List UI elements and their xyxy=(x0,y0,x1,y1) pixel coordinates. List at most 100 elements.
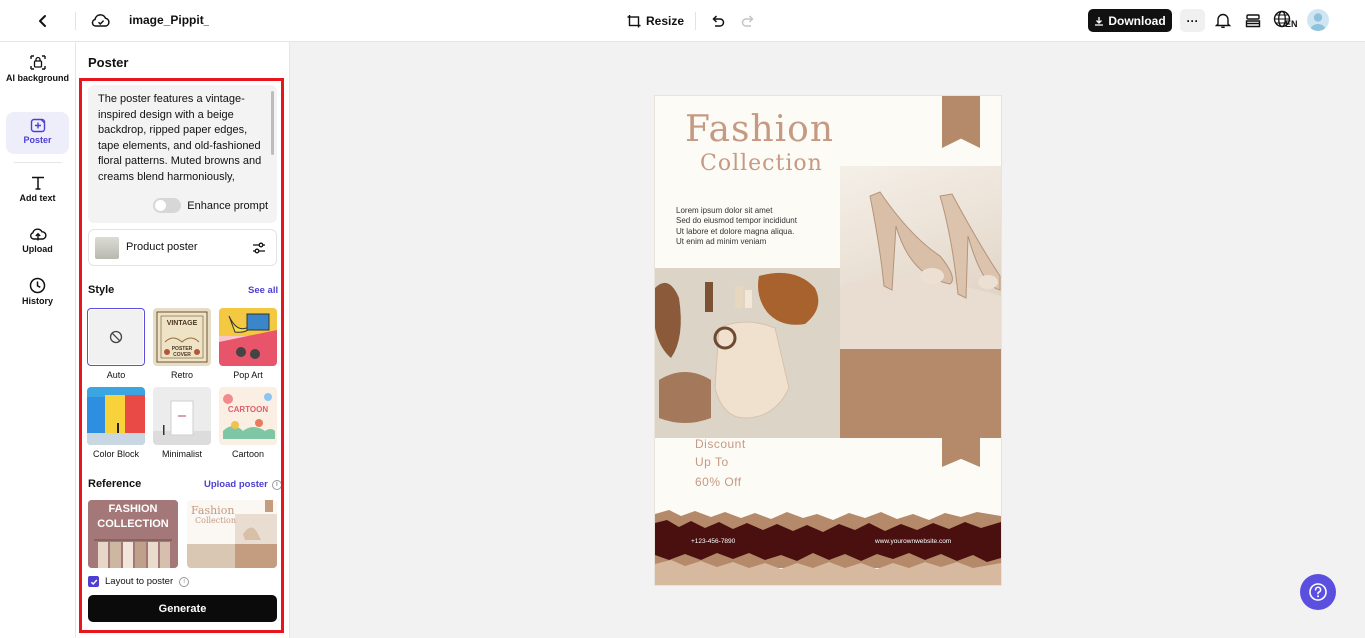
clothes-flatlay-image xyxy=(655,268,840,438)
rail-item-add-text[interactable]: Add text xyxy=(6,175,69,211)
help-icon xyxy=(1309,583,1327,601)
upload-icon xyxy=(29,228,47,241)
style-thumb xyxy=(219,308,277,366)
style-label: Pop Art xyxy=(233,370,263,380)
checkbox[interactable] xyxy=(88,576,99,587)
info-icon[interactable]: i xyxy=(271,479,282,490)
style-label: Color Block xyxy=(92,449,139,459)
reference-thumb-1[interactable]: FASHION COLLECTION xyxy=(88,500,178,568)
style-thumb xyxy=(87,308,145,366)
user-avatar-icon xyxy=(1310,13,1326,31)
avatar[interactable] xyxy=(1307,9,1329,31)
rail-label: Add text xyxy=(19,193,56,203)
poster-panel: Poster The poster features a vintage-ins… xyxy=(76,42,290,638)
prompt-text[interactable]: The poster features a vintage-inspired d… xyxy=(98,92,264,186)
resize-icon xyxy=(627,15,641,28)
style-label: Cartoon xyxy=(231,449,265,459)
style-label: Auto xyxy=(106,370,126,380)
style-label: Retro xyxy=(170,370,193,380)
rail-item-upload[interactable]: Upload xyxy=(6,226,69,262)
rail-item-history[interactable]: History xyxy=(6,277,69,313)
retro-thumb-text: VINTAGE xyxy=(166,320,198,327)
style-thumb: CARTOON xyxy=(219,387,277,445)
file-title[interactable]: image_Pippit_20 xyxy=(129,13,209,27)
check-icon xyxy=(90,579,97,585)
more-options-button[interactable]: ··· xyxy=(1180,9,1205,32)
reference-section-title: Reference xyxy=(88,478,142,490)
color-block-thumb-image xyxy=(87,387,145,445)
rail-label: Upload xyxy=(22,244,53,254)
style-auto[interactable]: Auto xyxy=(87,308,145,380)
generate-button[interactable]: Generate xyxy=(88,595,277,622)
info-icon[interactable]: i xyxy=(179,576,190,587)
style-thumb xyxy=(87,387,145,445)
sliders-icon[interactable] xyxy=(251,240,267,256)
download-label: Download xyxy=(1108,13,1166,28)
enhance-prompt-label: Enhance prompt xyxy=(187,199,268,212)
language-code: EN xyxy=(1285,19,1298,29)
poster-website: www.yourownwebsite.com xyxy=(875,538,952,545)
poster-type-selector[interactable]: Product poster xyxy=(88,229,277,266)
cartoon-thumb-image xyxy=(223,393,275,439)
resize-button[interactable]: Resize xyxy=(627,11,684,31)
style-minimalist[interactable]: Minimalist xyxy=(153,387,211,459)
prompt-scrollbar[interactable] xyxy=(271,91,274,155)
poster-ribbon-mid xyxy=(942,430,980,467)
rail-item-poster[interactable]: Poster xyxy=(6,112,69,154)
ai-background-icon xyxy=(29,55,46,70)
style-color-block[interactable]: Color Block xyxy=(87,387,145,459)
poster-type-label: Product poster xyxy=(126,241,198,253)
language-button[interactable]: EN xyxy=(1273,9,1299,31)
reference-thumb-title: COLLECTION xyxy=(97,518,169,530)
tray-icon xyxy=(1245,13,1261,27)
poster-brown-block xyxy=(840,349,1001,438)
poster-ribbon-top xyxy=(942,96,980,148)
enhance-prompt-toggle-row: Enhance prompt xyxy=(153,198,268,213)
poster-torn-paper-footer xyxy=(655,510,1001,585)
undo-button[interactable] xyxy=(708,10,728,30)
panel-title: Poster xyxy=(88,55,129,70)
see-all-link[interactable]: See all xyxy=(248,285,278,296)
enhance-prompt-toggle[interactable] xyxy=(153,198,182,213)
more-icon: ··· xyxy=(1186,13,1199,28)
poster-body-line: Ut labore et dolore magna aliqua. xyxy=(676,226,795,236)
poster-body-line: Ut enim ad minim veniam xyxy=(676,236,767,246)
inbox-button[interactable] xyxy=(1243,10,1263,30)
poster-body-text: Lorem ipsum dolor sit amet Sed do eiusmo… xyxy=(676,206,826,247)
poster-discount-text: Discount xyxy=(695,437,746,451)
poster-body-line: Lorem ipsum dolor sit amet xyxy=(676,206,773,215)
rail-item-ai-background[interactable]: AI background xyxy=(6,54,69,100)
poster-discount-text: 60% Off xyxy=(695,475,742,489)
poster-clothes-photo xyxy=(655,268,840,438)
reference-thumb-title: Collection xyxy=(195,516,237,525)
back-button[interactable] xyxy=(33,11,53,31)
help-button[interactable] xyxy=(1300,574,1336,610)
cartoon-thumb-text: CARTOON xyxy=(227,405,269,414)
style-thumb xyxy=(153,387,211,445)
history-icon xyxy=(29,277,46,294)
style-cartoon[interactable]: CARTOON Cartoon xyxy=(219,387,277,459)
poster-icon xyxy=(30,118,45,133)
notifications-button[interactable] xyxy=(1213,10,1233,30)
style-section-title: Style xyxy=(88,284,115,296)
divider xyxy=(14,162,62,163)
layout-to-poster-checkbox[interactable]: Layout to poster i xyxy=(88,576,190,587)
text-icon xyxy=(31,176,44,190)
divider xyxy=(695,12,696,30)
download-button[interactable]: Download xyxy=(1088,9,1172,32)
prompt-input[interactable]: The poster features a vintage-inspired d… xyxy=(88,85,277,223)
download-icon xyxy=(1095,16,1104,26)
cloud-sync-icon[interactable] xyxy=(90,10,112,32)
poster-type-thumbnail xyxy=(95,237,119,259)
layout-to-poster-label: Layout to poster xyxy=(105,576,174,587)
retro-thumb-text: COVER xyxy=(173,352,191,358)
poster-canvas[interactable]: Fashion Collection Lorem ipsum dolor sit… xyxy=(655,96,1001,585)
upload-poster-link[interactable]: Upload poster i xyxy=(204,479,282,490)
reference-thumb-2[interactable]: Fashion Collection xyxy=(187,500,277,568)
style-retro[interactable]: VINTAGE POSTER COVER Retro xyxy=(153,308,211,380)
rail-label: History xyxy=(21,296,53,306)
poster-subtitle: Collection xyxy=(700,151,823,176)
style-pop-art[interactable]: Pop Art xyxy=(219,308,277,380)
redo-button[interactable] xyxy=(738,10,758,30)
resize-label: Resize xyxy=(646,14,685,28)
